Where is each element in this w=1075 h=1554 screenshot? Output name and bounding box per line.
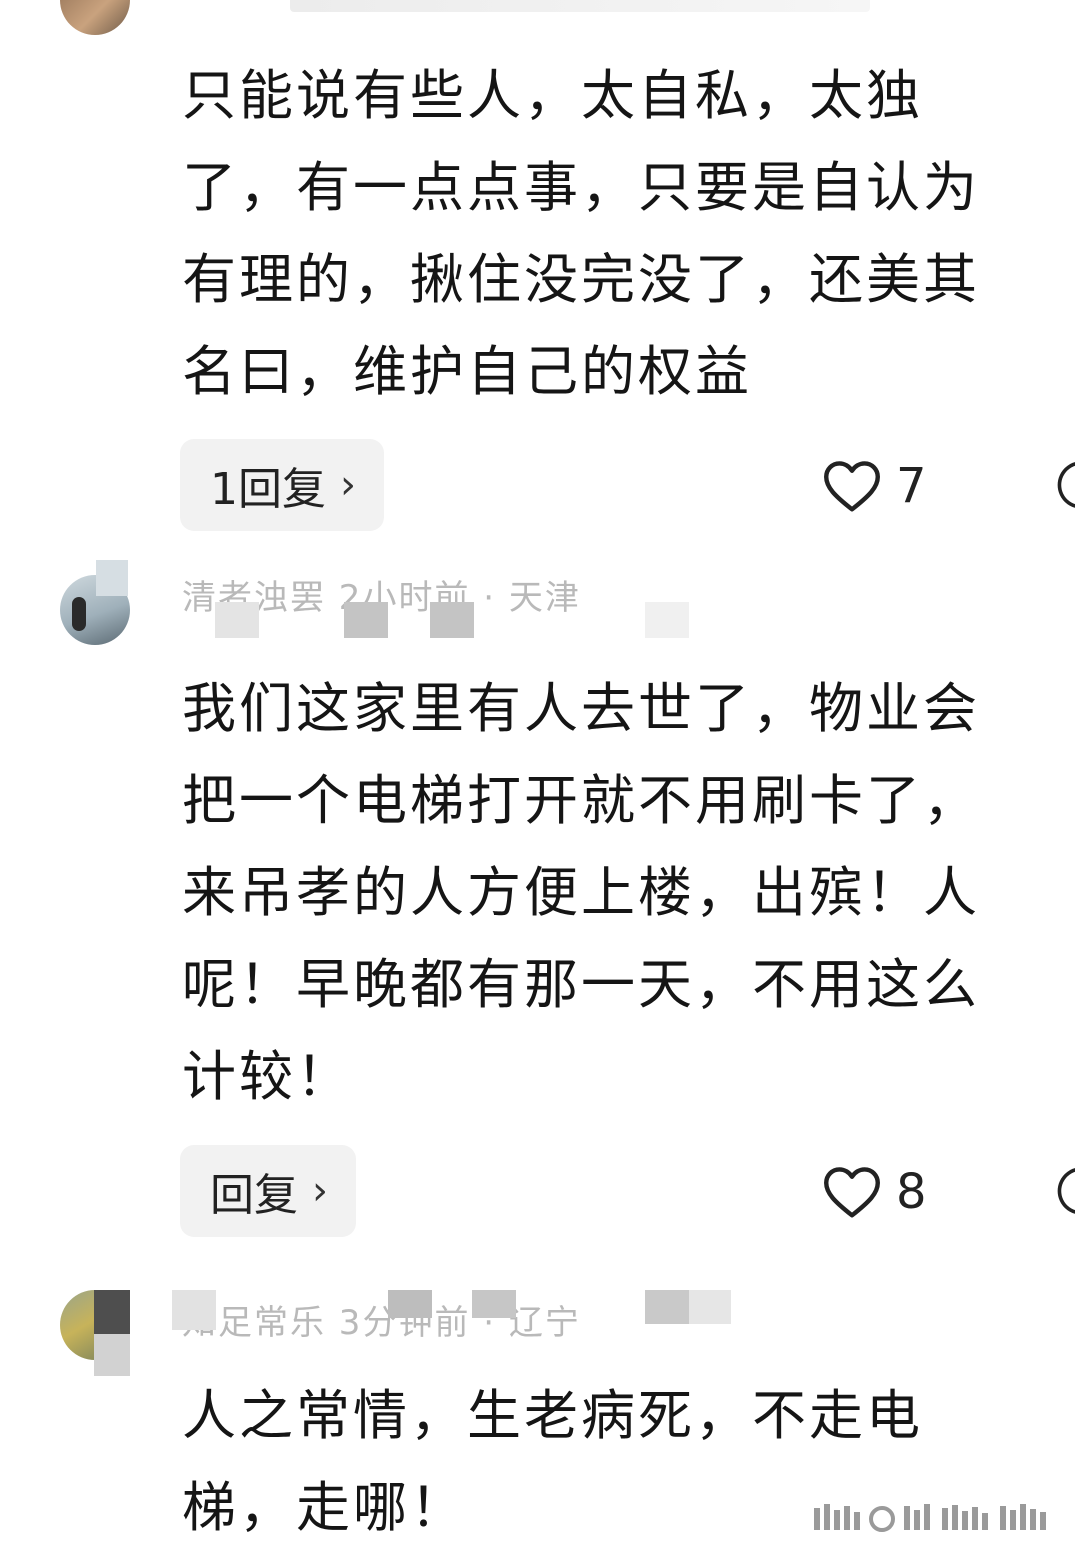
avatar-figure	[72, 597, 86, 631]
mosaic-block	[96, 560, 128, 596]
comment-line: 只能说有些人，太自私，太独	[182, 64, 923, 127]
mosaic-block	[388, 1290, 432, 1318]
mosaic-block	[430, 602, 474, 638]
comment-line: 我们这家里有人去世了，物业会	[182, 677, 980, 740]
heart-outline-icon	[824, 461, 880, 512]
comment-line: 呢！早晚都有那一天，不用这么	[182, 953, 980, 1016]
mosaic-block	[215, 602, 259, 638]
heart-outline-icon	[824, 1167, 880, 1218]
mosaic-block	[94, 1290, 130, 1334]
comment-bubble-icon[interactable]	[1052, 1164, 1075, 1218]
comment-line: 人之常情，生老病死，不走电	[182, 1384, 923, 1447]
comment-line: 计较！	[182, 1045, 353, 1108]
reply-button[interactable]: 回复 ›	[180, 1145, 356, 1237]
chevron-right-icon: ›	[312, 1168, 328, 1214]
mosaic-block	[689, 1290, 731, 1324]
comment-text: 我们这家里有人去世了，物业会 把一个电梯打开就不用刷卡了， 来吊孝的人方便上楼，…	[182, 663, 1075, 1123]
chevron-right-icon: ›	[340, 462, 356, 508]
mosaic-block	[645, 602, 689, 638]
watermark-logo	[814, 1504, 1046, 1532]
reply-button[interactable]: 1回复 ›	[180, 439, 384, 531]
mosaic-block	[344, 602, 388, 638]
comment-text: 只能说有些人，太自私，太独 了，有一点点事，只要是自认为 有理的，揪住没完没了，…	[182, 50, 1075, 418]
comment-line: 了，有一点点事，只要是自认为	[182, 156, 980, 219]
comment-line: 名曰，维护自己的权益	[182, 340, 752, 403]
like-button[interactable]: 7	[822, 458, 927, 514]
reply-label: 1回复	[210, 464, 326, 515]
mosaic-block	[172, 1290, 216, 1330]
like-count: 8	[896, 1164, 927, 1220]
mosaic-block	[94, 1334, 130, 1376]
mosaic-block	[472, 1290, 516, 1318]
comment-line: 有理的，揪住没完没了，还美其	[182, 248, 980, 311]
comment-meta: 知足常乐 3分钟前 · 辽宁	[182, 1303, 581, 1343]
like-count: 7	[896, 458, 927, 514]
comment-line: 来吊孝的人方便上楼，出殡！人	[182, 861, 980, 924]
like-button[interactable]: 8	[822, 1164, 927, 1220]
reply-label: 回复	[210, 1170, 298, 1221]
avatar[interactable]	[60, 0, 130, 35]
comment-bubble-icon[interactable]	[1052, 458, 1075, 512]
mosaic-block	[645, 1290, 689, 1324]
header-fragment	[290, 0, 870, 12]
comment-line: 把一个电梯打开就不用刷卡了，	[182, 769, 980, 832]
